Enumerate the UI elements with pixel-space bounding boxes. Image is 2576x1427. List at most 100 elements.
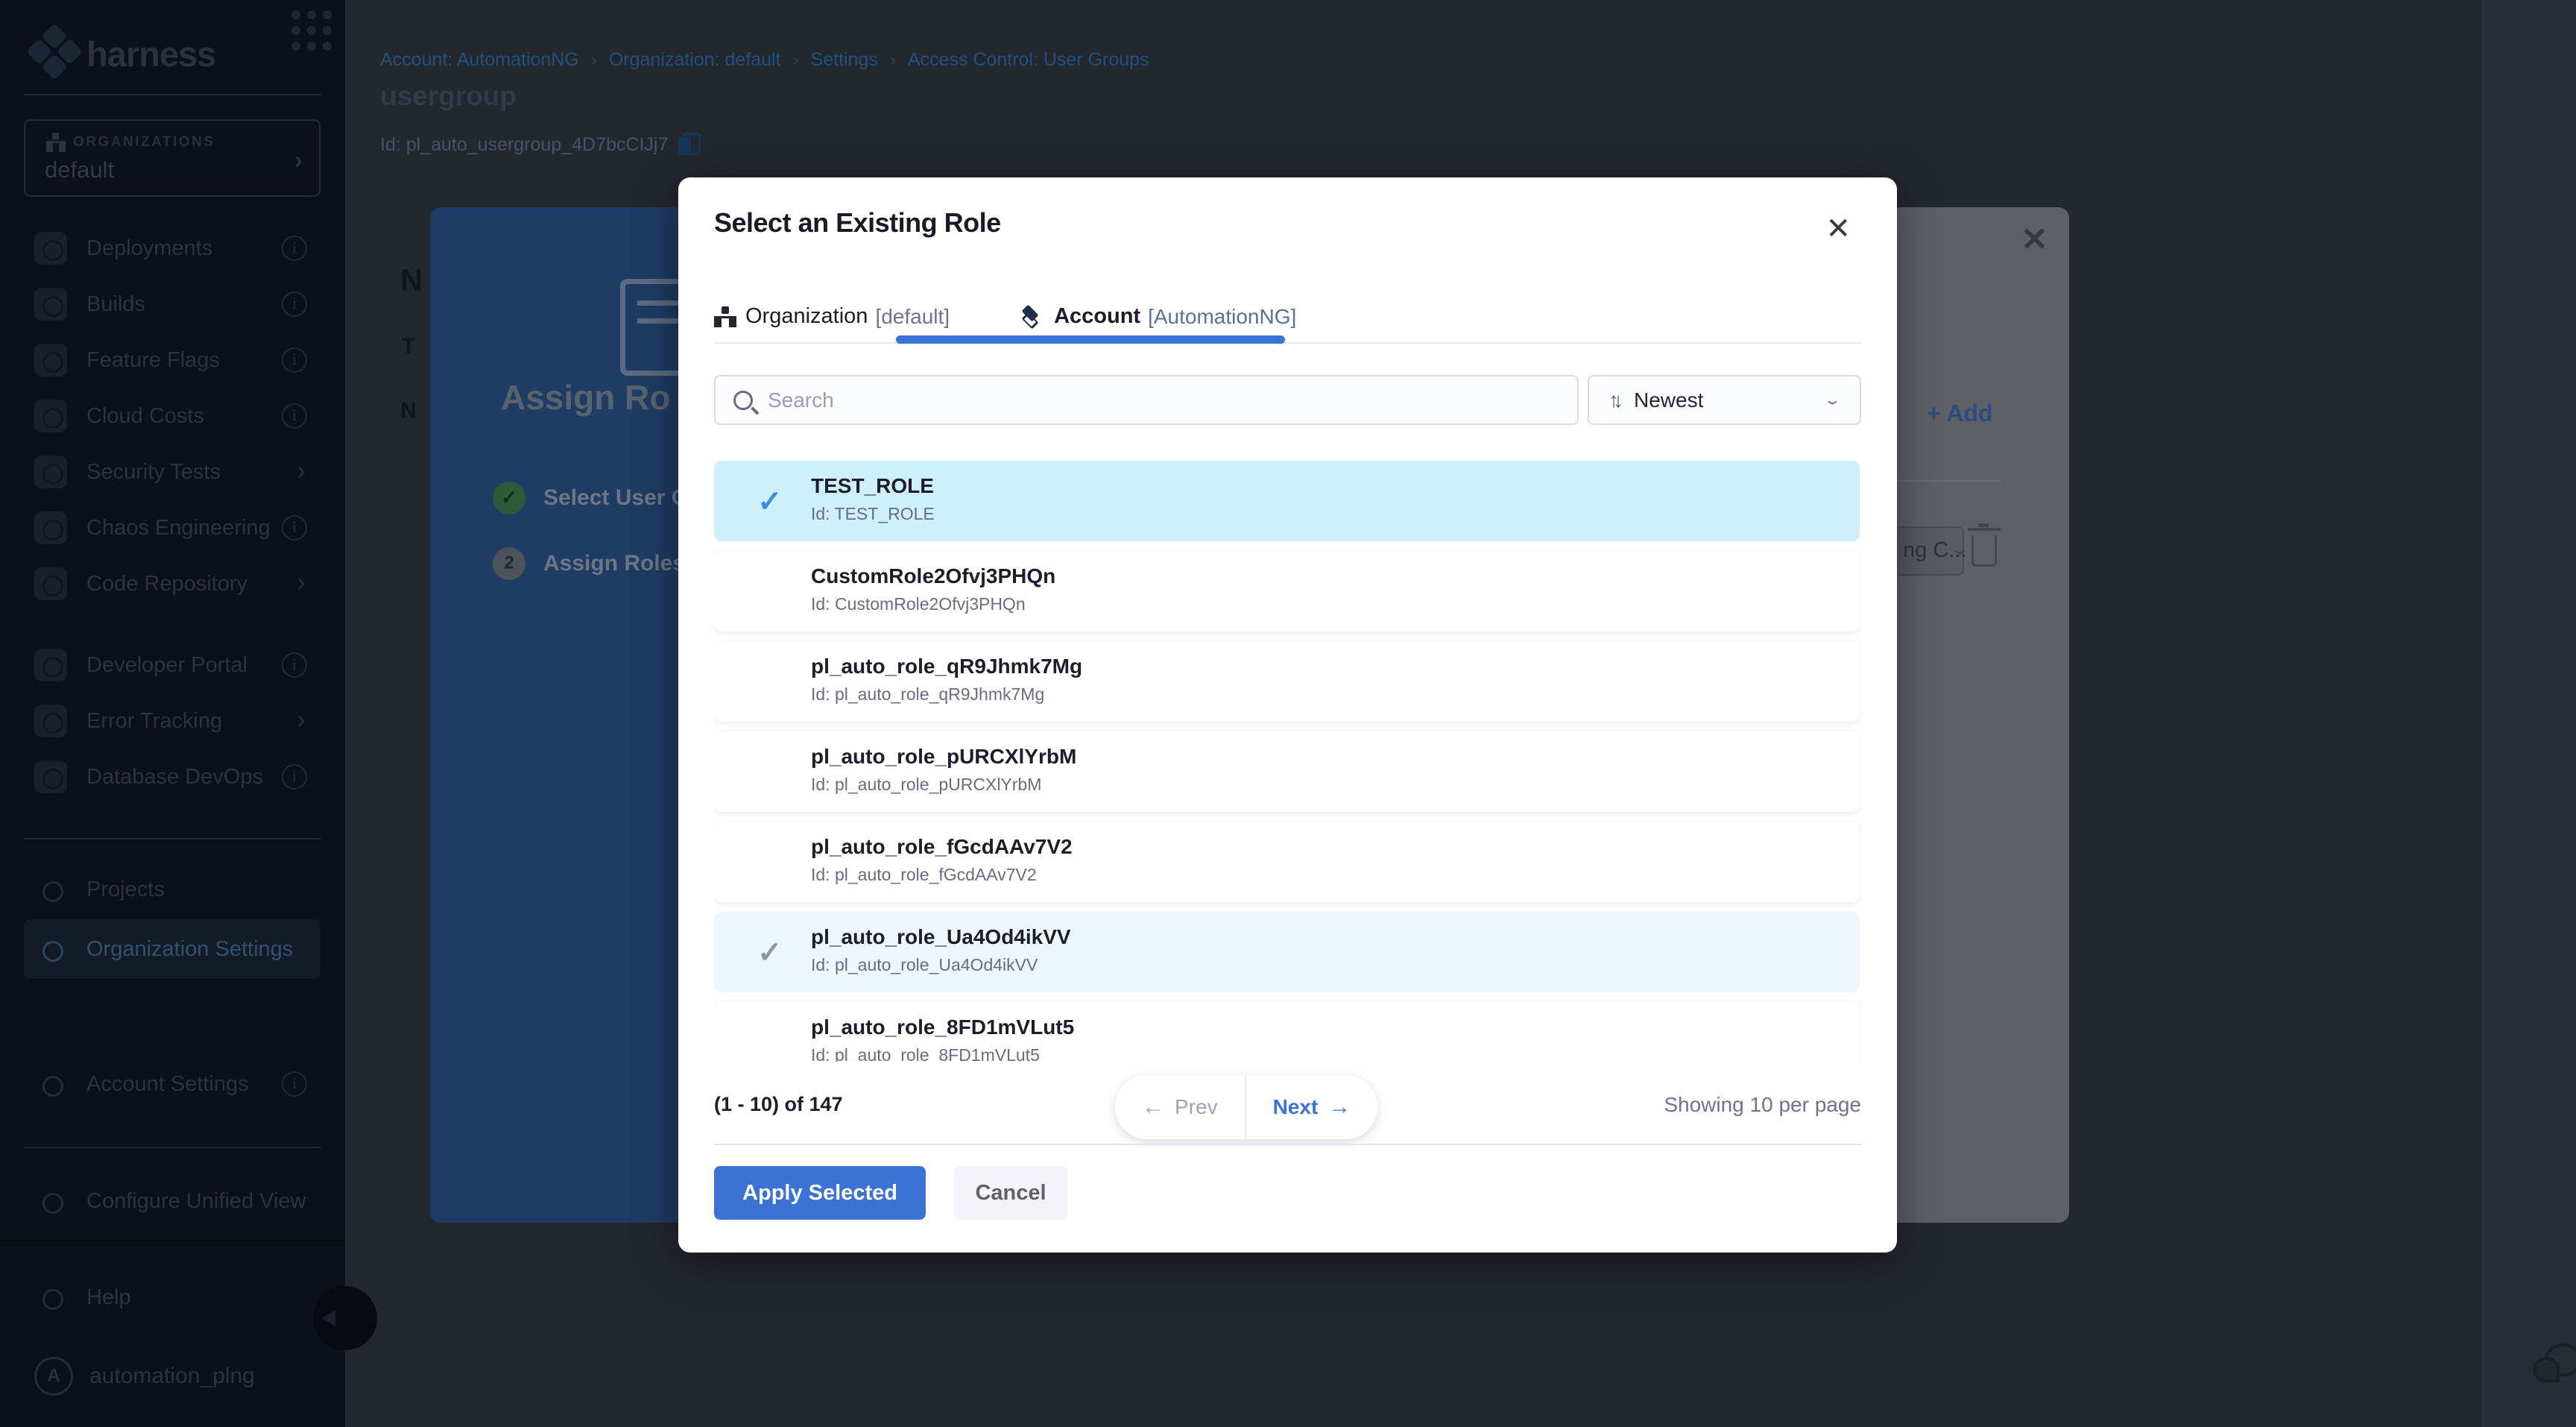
sidebar-item-cloud-costs[interactable]: Cloud Costs	[24, 388, 321, 444]
sidebar-item-configure-unified-view[interactable]: Configure Unified View	[24, 1174, 321, 1229]
entity-id: Id: pl_auto_usergroup_4D7bcCIJj7	[380, 133, 698, 157]
search-input[interactable]	[768, 388, 1513, 412]
tab-organization[interactable]: Organization [default]	[714, 304, 950, 329]
info-icon[interactable]	[282, 292, 307, 317]
breadcrumb-access-control[interactable]: Access Control: User Groups	[908, 49, 1149, 71]
sidebar-item-error-tracking[interactable]: Error Tracking	[24, 693, 321, 749]
cancel-button[interactable]: Cancel	[954, 1166, 1067, 1220]
breadcrumb-account[interactable]: Account: AutomationNG	[380, 49, 579, 71]
sidebar-collapse-button[interactable]	[313, 1286, 377, 1350]
info-icon[interactable]	[282, 764, 307, 790]
search-icon	[733, 391, 753, 410]
sidebar-divider	[24, 838, 321, 839]
pagination-controls: ← Prev Next →	[1115, 1075, 1377, 1139]
deployments-icon	[34, 232, 67, 265]
breadcrumb-separator: ›	[890, 50, 896, 71]
chevron-right-icon	[282, 708, 307, 734]
role-row[interactable]: CustomRole2Ofvj3PHQn Id: CustomRole2Ofvj…	[714, 551, 1860, 631]
info-icon[interactable]	[282, 347, 307, 373]
occluded-text-fragment: N	[400, 262, 423, 298]
info-icon[interactable]	[282, 652, 307, 678]
breadcrumb-settings[interactable]: Settings	[811, 49, 878, 71]
sidebar-item-chaos-engineering[interactable]: Chaos Engineering	[24, 500, 321, 555]
sort-dropdown[interactable]: ↑↓ Newest ⌄	[1588, 375, 1861, 425]
add-button[interactable]: + Add	[1927, 400, 1993, 427]
page-title: usergroup	[380, 81, 517, 112]
sidebar-item-security-tests[interactable]: Security Tests	[24, 444, 321, 500]
modal-title: Select an Existing Role	[714, 207, 1001, 239]
breadcrumb-separator: ›	[793, 50, 799, 71]
security-tests-icon	[34, 456, 67, 488]
step-number-icon	[493, 547, 525, 580]
role-row-ua4od4ikvv[interactable]: ✓ pl_auto_role_Ua4Od4ikVV Id: pl_auto_ro…	[714, 912, 1860, 992]
apply-selected-button[interactable]: Apply Selected	[714, 1166, 926, 1220]
prev-page-button[interactable]: ← Prev	[1115, 1075, 1245, 1139]
sidebar-divider	[24, 1147, 321, 1148]
close-icon[interactable]: ✕	[1825, 212, 1851, 246]
tab-account[interactable]: Account [AutomationNG]	[1021, 304, 1296, 329]
code-repository-icon	[34, 567, 67, 600]
brand: harness	[33, 30, 316, 78]
info-icon[interactable]	[282, 403, 307, 429]
search-box	[714, 375, 1579, 425]
help-chat-icon	[34, 1281, 67, 1314]
wizard-step-2[interactable]: Assign Roles an	[493, 547, 678, 580]
info-icon[interactable]	[282, 515, 307, 541]
role-row[interactable]: pl_auto_role_fGcdAAv7V2 Id: pl_auto_role…	[714, 822, 1860, 902]
sidebar-item-projects[interactable]: Projects	[24, 862, 321, 917]
role-row[interactable]: pl_auto_role_qR9Jhmk7Mg Id: pl_auto_role…	[714, 641, 1860, 722]
modal-footer: Apply Selected Cancel	[714, 1166, 1067, 1220]
next-page-button[interactable]: Next →	[1246, 1075, 1378, 1139]
check-icon: ✓	[757, 485, 783, 519]
organization-selector[interactable]: ORGANIZATIONS default ›	[24, 119, 321, 197]
sidebar-item-code-repository[interactable]: Code Repository	[24, 556, 321, 611]
builds-icon	[34, 288, 67, 321]
per-page-label: Showing 10 per page	[1664, 1093, 1861, 1117]
wizard-title: Assign Ro	[501, 377, 670, 418]
check-icon: ✓	[757, 936, 783, 970]
trash-icon[interactable]	[1972, 535, 1997, 567]
module-grid-icon[interactable]	[291, 10, 339, 58]
database-devops-icon	[34, 760, 67, 793]
pagination-range: (1 - 10) of 147	[714, 1093, 843, 1116]
close-icon[interactable]: ✕	[2021, 221, 2048, 259]
sidebar-item-deployments[interactable]: Deployments	[24, 221, 321, 276]
info-icon[interactable]	[282, 236, 307, 261]
role-row[interactable]: pl_auto_role_pURCXlYrbM Id: pl_auto_role…	[714, 731, 1860, 812]
assign-roles-dialog-right: ✕ + Add ng C... ⌄	[1897, 207, 2069, 1223]
page-header: Account: AutomationNG › Organization: de…	[345, 0, 2576, 171]
sidebar-item-feature-flags[interactable]: Feature Flags	[24, 333, 321, 388]
footer-divider	[714, 1144, 1861, 1145]
select-role-modal: Select an Existing Role ✕ Organization […	[678, 177, 1897, 1253]
sidebar-item-builds[interactable]: Builds	[24, 277, 321, 332]
occluded-text-fragment: T	[402, 334, 415, 359]
error-tracking-icon	[34, 705, 67, 737]
breadcrumb: Account: AutomationNG › Organization: de…	[380, 49, 1149, 71]
role-select-dropdown[interactable]: ng C... ⌄	[1897, 526, 1964, 576]
support-chat-icon[interactable]	[2533, 1343, 2576, 1382]
pagination: (1 - 10) of 147 ← Prev Next → Showing 10…	[714, 1075, 1861, 1139]
wizard-step-1[interactable]: Select User Gro	[493, 482, 678, 514]
developer-portal-icon	[34, 649, 67, 681]
role-list: ✓ TEST_ROLE Id: TEST_ROLE CustomRole2Ofv…	[714, 461, 1861, 1062]
sidebar-item-organization-settings[interactable]: Organization Settings	[24, 919, 321, 979]
page-vertical-divider	[2482, 0, 2484, 1427]
role-row[interactable]: pl_auto_role_8FD1mVLut5 Id: pl_auto_role…	[714, 1002, 1860, 1062]
role-row-test-role[interactable]: ✓ TEST_ROLE Id: TEST_ROLE	[714, 461, 1860, 541]
chevron-down-icon: ⌄	[1951, 542, 1969, 558]
occluded-text-fragment: N	[400, 398, 417, 423]
scope-tabs: Organization [default] Account [Automati…	[714, 304, 1296, 329]
info-icon[interactable]	[282, 1071, 307, 1097]
sidebar-item-help[interactable]: Help	[24, 1270, 321, 1325]
breadcrumb-organization[interactable]: Organization: default	[609, 49, 781, 71]
sidebar: harness ORGANIZATIONS default › Deployme…	[0, 0, 345, 1427]
page-right-strip	[2484, 0, 2576, 1427]
sidebar-item-database-devops[interactable]: Database DevOps	[24, 749, 321, 804]
copy-icon[interactable]	[678, 133, 698, 157]
sidebar-item-account-settings[interactable]: Account Settings	[24, 1056, 321, 1112]
sidebar-item-developer-portal[interactable]: Developer Portal	[24, 637, 321, 693]
chevron-right-icon: ›	[294, 146, 303, 175]
sidebar-divider	[24, 94, 321, 95]
user-profile[interactable]: automation_plng	[34, 1357, 255, 1396]
chevron-down-icon: ⌄	[1823, 392, 1842, 409]
